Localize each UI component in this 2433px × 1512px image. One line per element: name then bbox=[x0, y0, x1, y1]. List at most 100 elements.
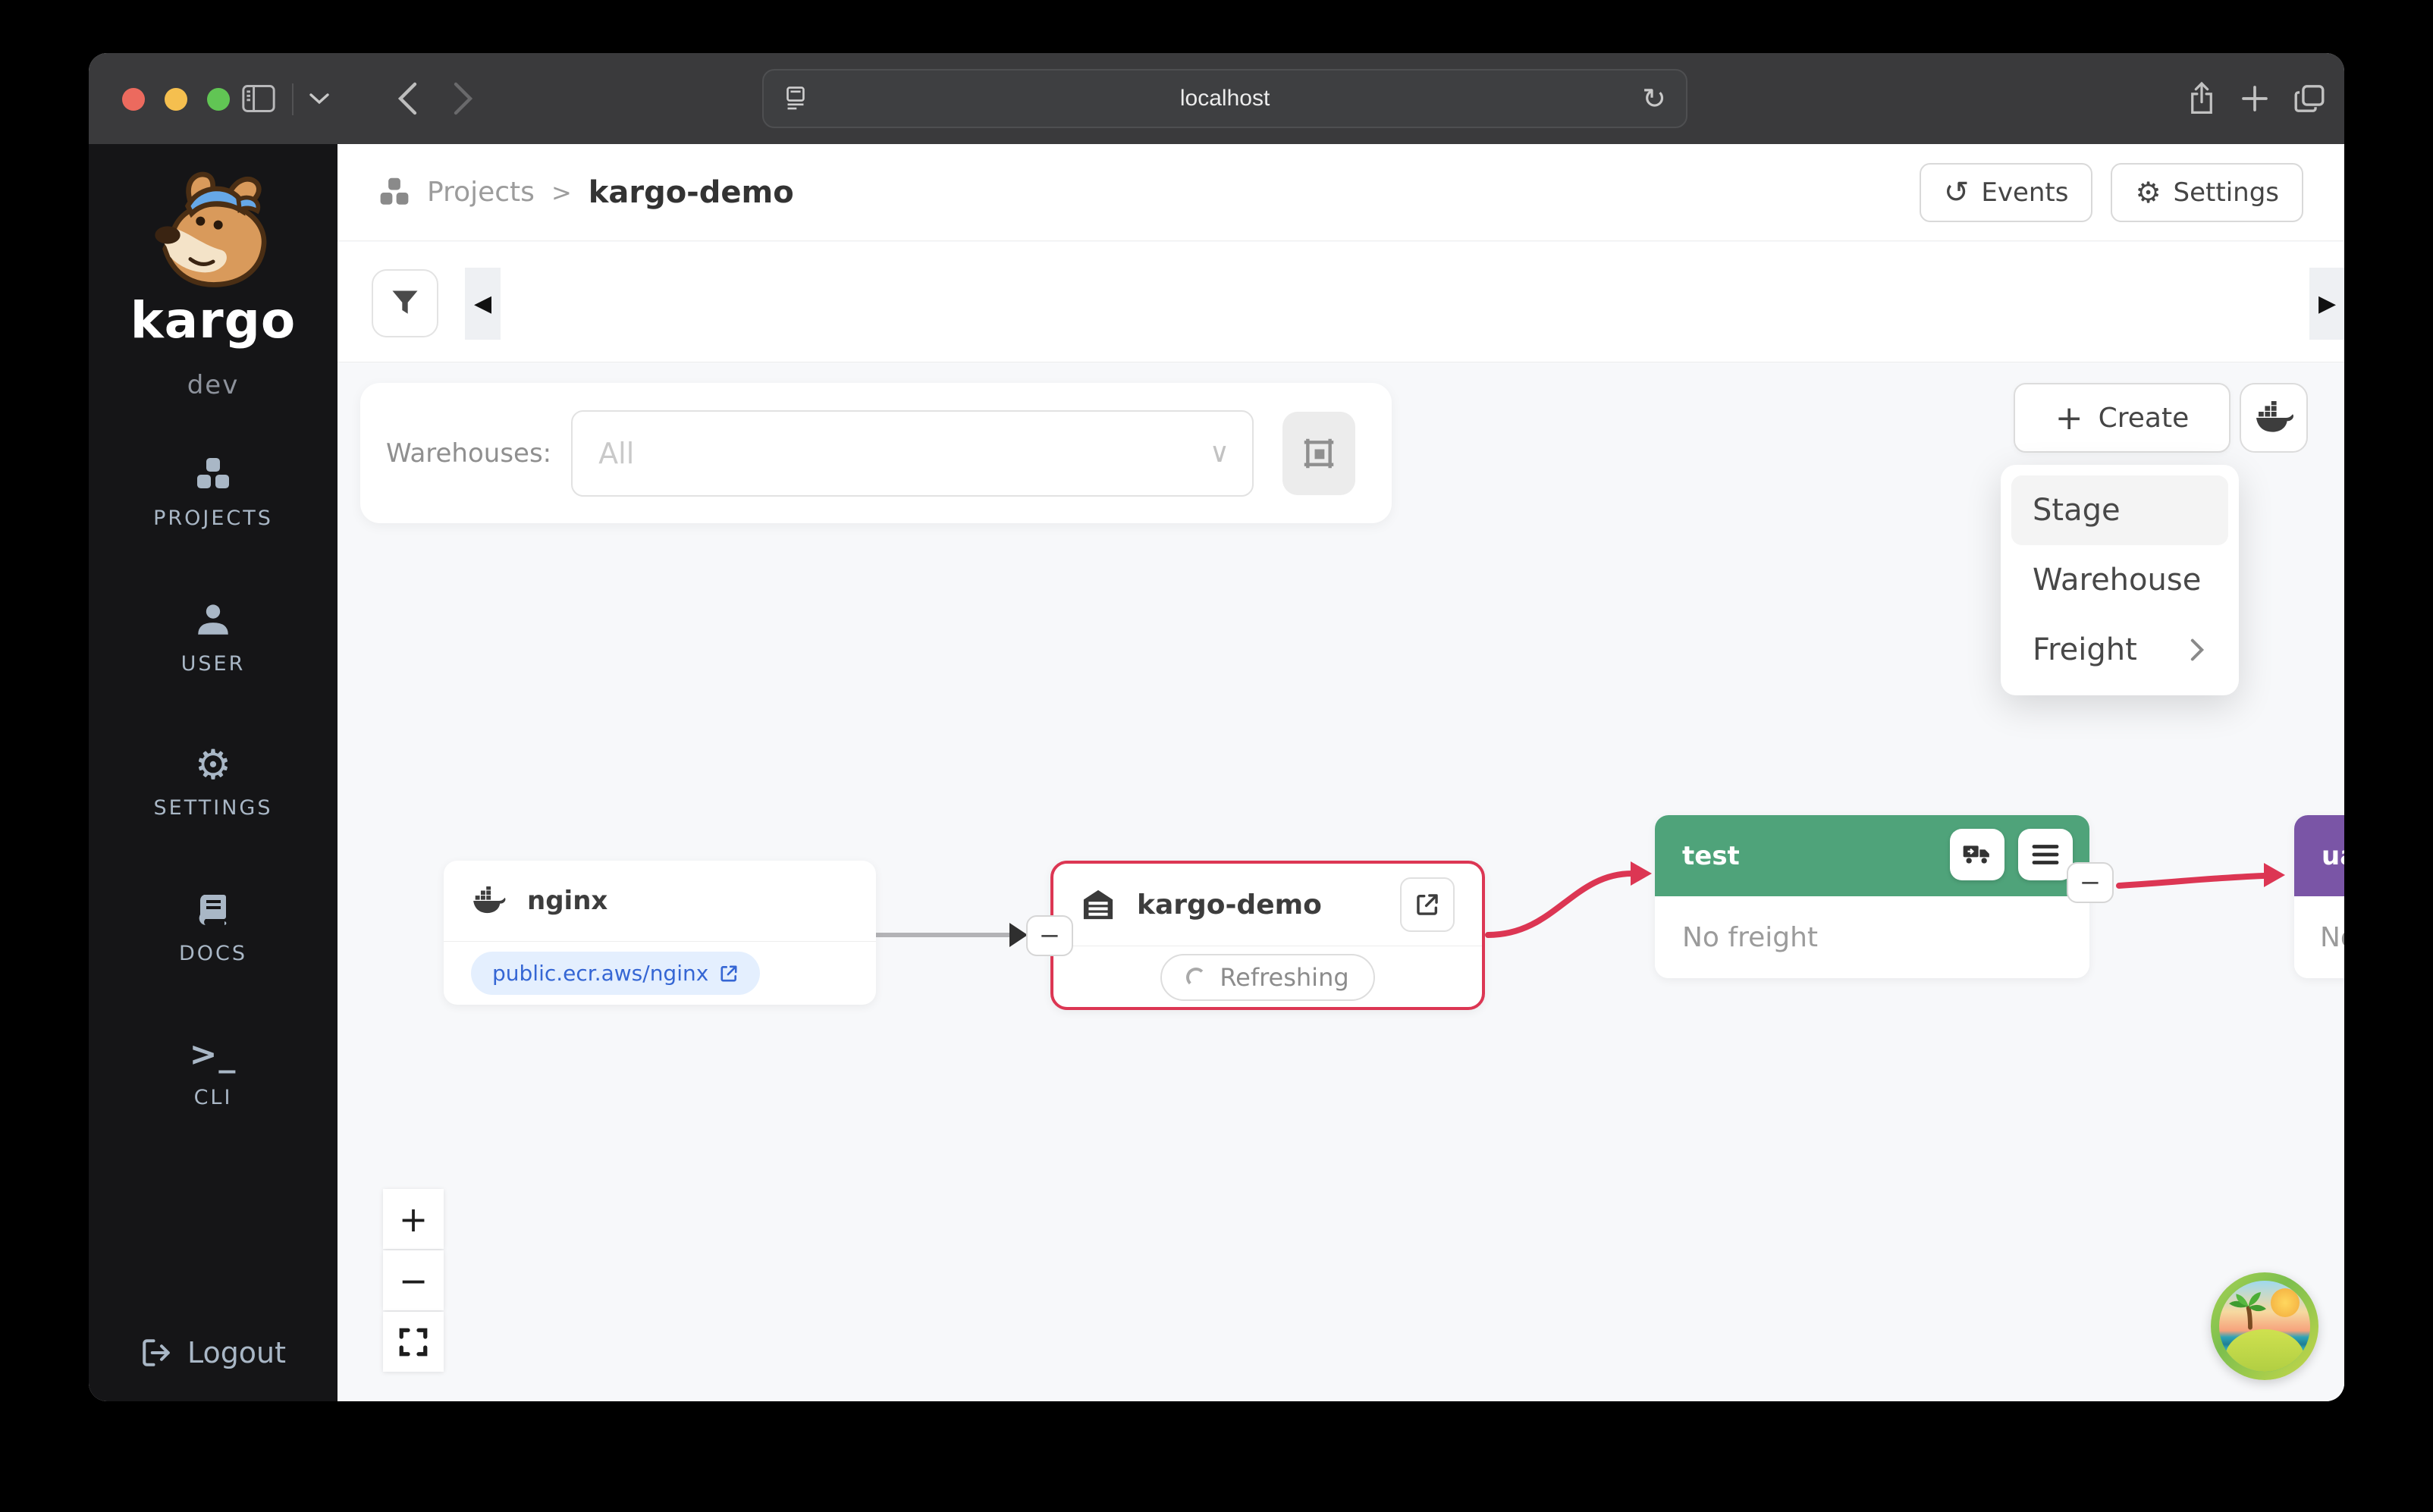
breadcrumb-root[interactable]: Projects bbox=[427, 177, 535, 208]
menu-item-warehouse[interactable]: Warehouse bbox=[2011, 545, 2228, 615]
hamburger-icon bbox=[2032, 843, 2059, 866]
submenu-chevron-icon bbox=[2187, 637, 2207, 663]
zoom-window-button[interactable] bbox=[207, 88, 230, 111]
history-icon: ↺ bbox=[1944, 175, 1970, 210]
forward-button[interactable] bbox=[442, 77, 485, 120]
sidebar-item-settings[interactable]: ⚙ SETTINGS bbox=[89, 743, 337, 820]
freight-empty-label: No freight bbox=[2320, 922, 2344, 953]
environment-label: dev bbox=[89, 370, 337, 400]
external-link-icon bbox=[1414, 892, 1440, 918]
repo-node-nginx[interactable]: nginx public.ecr.aws/nginx bbox=[444, 861, 876, 1005]
kargo-wordmark: kargo bbox=[89, 291, 337, 350]
sidebar-item-cli[interactable]: >_ CLI bbox=[89, 1033, 337, 1109]
island-illustration-icon bbox=[2219, 1281, 2310, 1372]
sidebar-item-docs[interactable]: DOCS bbox=[89, 889, 337, 965]
stage-body: No freight bbox=[1655, 896, 2089, 978]
breadcrumb: Projects > kargo-demo bbox=[378, 175, 794, 210]
minimize-window-button[interactable] bbox=[165, 88, 187, 111]
docker-whale-icon bbox=[2254, 401, 2293, 434]
person-icon bbox=[89, 599, 337, 642]
warehouse-node[interactable]: kargo-demo Refreshing bbox=[1050, 861, 1485, 1010]
canvas-zoom-controls: + − bbox=[383, 1189, 444, 1373]
repo-link-pill[interactable]: public.ecr.aws/nginx bbox=[471, 952, 760, 995]
kargo-logo[interactable]: kargo bbox=[89, 167, 337, 350]
app-header: Projects > kargo-demo ↺ Events ⚙ Setting… bbox=[337, 144, 2344, 241]
island-badge[interactable] bbox=[2211, 1272, 2318, 1380]
docker-whale-icon bbox=[471, 886, 506, 915]
collapse-handle[interactable]: − bbox=[1026, 915, 1073, 956]
refreshing-badge[interactable]: Refreshing bbox=[1160, 954, 1374, 1001]
stage-node-uat[interactable]: uat No freight bbox=[2294, 815, 2344, 978]
zoom-in-button[interactable]: + bbox=[383, 1189, 444, 1249]
logout-icon bbox=[140, 1337, 172, 1369]
freight-empty-label: No freight bbox=[1682, 922, 1818, 953]
stage-title: uat bbox=[2322, 841, 2344, 871]
back-button[interactable] bbox=[386, 77, 429, 120]
desktop-background: { "browser": { "url": "localhost" }, "si… bbox=[0, 0, 2433, 1512]
repo-title: nginx bbox=[527, 886, 607, 916]
stage-header: test bbox=[1655, 815, 2089, 896]
sidebar-item-projects[interactable]: PROJECTS bbox=[89, 453, 337, 530]
plus-icon: + bbox=[2055, 399, 2083, 438]
create-button[interactable]: + Create bbox=[2014, 383, 2231, 453]
zoom-out-button[interactable]: − bbox=[383, 1250, 444, 1310]
promote-button[interactable] bbox=[1950, 829, 2004, 880]
menu-item-stage[interactable]: Stage bbox=[2011, 475, 2228, 545]
sidebar: kargo dev PROJECTS USER ⚙ SETTINGS bbox=[89, 144, 337, 1401]
create-label: Create bbox=[2099, 403, 2190, 434]
warehouse-filter-card: Warehouses: All ∨ bbox=[360, 383, 1392, 523]
new-tab-button[interactable] bbox=[2234, 77, 2276, 120]
warehouse-image-button[interactable] bbox=[1282, 412, 1355, 495]
chevron-down-icon: ∨ bbox=[1210, 438, 1229, 469]
stage-node-test[interactable]: test bbox=[1655, 815, 2089, 978]
refreshing-label: Refreshing bbox=[1220, 963, 1348, 992]
warehouses-label: Warehouses: bbox=[386, 438, 551, 469]
close-window-button[interactable] bbox=[122, 88, 145, 111]
frame-icon bbox=[1302, 437, 1336, 470]
logout-label: Logout bbox=[187, 1336, 286, 1369]
external-link-icon bbox=[719, 964, 739, 983]
events-button[interactable]: ↺ Events bbox=[1920, 163, 2093, 222]
docker-images-button[interactable] bbox=[2240, 383, 2308, 453]
warehouses-select[interactable]: All ∨ bbox=[571, 410, 1254, 497]
filter-bar: ◀ ▶ bbox=[337, 242, 2344, 362]
gear-icon: ⚙ bbox=[89, 743, 337, 786]
stage-body: No freight bbox=[2294, 896, 2344, 978]
open-warehouse-button[interactable] bbox=[1400, 877, 1455, 932]
collapse-handle[interactable]: − bbox=[2067, 862, 2114, 903]
collapse-right-button[interactable]: ▶ bbox=[2309, 268, 2344, 340]
warehouse-icon bbox=[1081, 889, 1116, 921]
url-bar[interactable]: localhost ↻ bbox=[762, 69, 1687, 128]
share-icon[interactable] bbox=[2180, 77, 2223, 120]
terminal-icon: >_ bbox=[89, 1033, 337, 1075]
fit-view-button[interactable] bbox=[383, 1312, 444, 1372]
truck-icon bbox=[1962, 842, 1992, 867]
book-icon bbox=[89, 889, 337, 931]
kargo-mascot-icon bbox=[137, 167, 289, 296]
freight-menu-button[interactable] bbox=[2018, 829, 2073, 880]
url-text: localhost bbox=[808, 86, 1642, 111]
funnel-icon bbox=[388, 287, 422, 320]
warehouses-select-value: All bbox=[598, 437, 634, 470]
breadcrumb-current: kargo-demo bbox=[589, 175, 794, 210]
menu-item-freight[interactable]: Freight bbox=[2011, 615, 2228, 685]
projects-boxes-icon bbox=[89, 453, 337, 496]
sidebar-item-user[interactable]: USER bbox=[89, 599, 337, 676]
logout-button[interactable]: Logout bbox=[89, 1336, 337, 1369]
collapse-left-button[interactable]: ◀ bbox=[465, 268, 501, 340]
app-shell: kargo dev PROJECTS USER ⚙ SETTINGS bbox=[89, 144, 2344, 1401]
main-content: Projects > kargo-demo ↺ Events ⚙ Setting… bbox=[337, 144, 2344, 1401]
create-menu: Stage Warehouse Freight bbox=[2001, 465, 2239, 695]
fit-view-icon bbox=[397, 1326, 429, 1358]
settings-button[interactable]: ⚙ Settings bbox=[2111, 163, 2303, 222]
projects-boxes-icon bbox=[378, 177, 410, 209]
stage-header: uat bbox=[2294, 815, 2344, 896]
tab-overview-button[interactable] bbox=[2288, 77, 2331, 120]
filter-button[interactable] bbox=[372, 269, 438, 337]
browser-titlebar: localhost ↻ bbox=[89, 53, 2344, 144]
browser-window: localhost ↻ bbox=[89, 53, 2344, 1401]
sidebar-toggle-icon[interactable] bbox=[237, 77, 280, 120]
reload-icon[interactable]: ↻ bbox=[1642, 82, 1666, 115]
page-settings-icon[interactable] bbox=[783, 86, 808, 111]
chevron-down-icon[interactable] bbox=[298, 77, 341, 120]
